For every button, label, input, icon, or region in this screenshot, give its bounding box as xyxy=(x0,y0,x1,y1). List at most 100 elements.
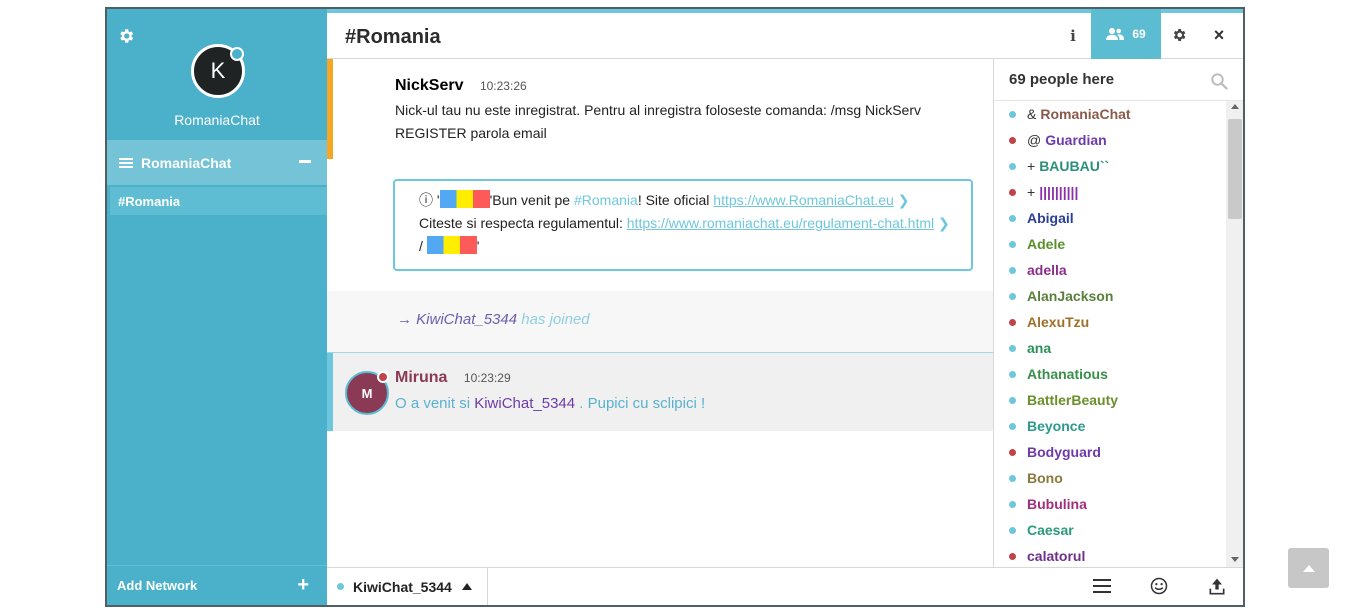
nicklist-item[interactable]: @ Guardian xyxy=(994,127,1226,153)
message-text-before: O a venit si xyxy=(395,395,475,412)
emoji-icon[interactable] xyxy=(1150,577,1168,595)
nicklist-item[interactable]: adella xyxy=(994,257,1226,283)
nick-label: Abigail xyxy=(1027,210,1074,226)
nicklist-scrollbar[interactable] xyxy=(1226,101,1243,567)
nicklist-item[interactable]: Athanatious xyxy=(994,361,1226,387)
kiwiirc-window: K RomaniaChat RomaniaChat #Romania Add N… xyxy=(105,7,1245,607)
message-header: NickServ 10:23:26 xyxy=(395,77,527,95)
slash-text: / xyxy=(419,238,427,254)
nick-label: Bubulina xyxy=(1027,496,1087,512)
site-text: ! Site oficial xyxy=(637,192,714,208)
status-dot xyxy=(1009,396,1016,404)
message-nick[interactable]: NickServ xyxy=(395,77,464,94)
nick-label: Adele xyxy=(1027,236,1066,252)
people-count: 69 people here xyxy=(1009,71,1115,88)
message-nickserv: NickServ 10:23:26 Nick-ul tau nu este in… xyxy=(327,59,993,159)
status-indicator xyxy=(230,47,244,61)
join-text: → KiwiChat_5344 has joined xyxy=(397,311,590,328)
current-nick: KiwiChat_5344 xyxy=(353,578,452,595)
welcome-text: 'Bun venit pe xyxy=(489,192,574,208)
scroll-down-arrow[interactable] xyxy=(1231,557,1239,562)
info-circle-icon: ⓘ xyxy=(419,192,433,208)
nicklist-item[interactable]: Abigail xyxy=(994,205,1226,231)
message-header: Miruna 10:23:29 xyxy=(395,369,511,387)
nick-label: calatorul xyxy=(1027,548,1086,564)
status-indicator xyxy=(377,371,389,383)
nick-label: AlanJackson xyxy=(1027,288,1114,304)
nick-selector-button[interactable]: KiwiChat_5344 xyxy=(327,568,488,605)
nick-label: BAUBAU`` xyxy=(1039,158,1110,174)
menu-icon[interactable] xyxy=(1093,578,1111,596)
channel-header: #Romania i 69 × xyxy=(327,9,1243,59)
toggle-nicklist-button[interactable]: 69 xyxy=(1091,9,1161,59)
upload-icon[interactable] xyxy=(1207,577,1227,597)
nicklist-item[interactable]: Beyonce xyxy=(994,413,1226,439)
message-time: 10:23:29 xyxy=(463,371,511,385)
rules-url-link[interactable]: https://www.romaniachat.eu/regulament-ch… xyxy=(627,215,934,231)
status-dot xyxy=(1009,422,1016,430)
nicklist-item[interactable]: & RomaniaChat xyxy=(994,101,1226,127)
nicklist-item[interactable]: AlanJackson xyxy=(994,283,1226,309)
channel-info-button[interactable]: i xyxy=(1057,13,1089,59)
status-dot xyxy=(1009,370,1016,378)
joined-nick[interactable]: KiwiChat_5344 xyxy=(416,311,517,328)
nicklist-item[interactable]: Bodyguard xyxy=(994,439,1226,465)
nicklist-item[interactable]: Bono xyxy=(994,465,1226,491)
status-dot xyxy=(1009,214,1016,222)
scroll-to-top-button[interactable] xyxy=(1288,548,1329,588)
rules-text: Citeste si respecta regulamentul: xyxy=(419,215,627,231)
nick-label: |||||||||| xyxy=(1039,184,1079,200)
quote-close: ' xyxy=(476,238,480,254)
nicklist-item[interactable]: ana xyxy=(994,335,1226,361)
status-dot xyxy=(1009,318,1016,326)
nicklist-item[interactable]: calatorul xyxy=(994,543,1226,567)
scroll-thumb[interactable] xyxy=(1228,119,1242,219)
nick-label: ana xyxy=(1027,340,1052,356)
nick-label: Bono xyxy=(1027,470,1063,486)
network-item[interactable]: RomaniaChat xyxy=(107,140,327,185)
status-dot xyxy=(1009,162,1016,170)
nick-label: AlexuTzu xyxy=(1027,314,1090,330)
collapse-icon[interactable] xyxy=(299,160,311,163)
nicklist-item[interactable]: + BAUBAU`` xyxy=(994,153,1226,179)
status-dot xyxy=(1009,474,1016,482)
channel-settings-icon[interactable] xyxy=(1171,27,1189,45)
nick-label: Beyonce xyxy=(1027,418,1086,434)
input-bar: KiwiChat_5344 xyxy=(327,567,1243,605)
add-network-label: Add Network xyxy=(117,578,198,593)
channel-link[interactable]: #Romania xyxy=(574,192,638,208)
page-title: #Romania xyxy=(345,26,441,48)
nicklist-item[interactable]: Adele xyxy=(994,231,1226,257)
chevron-right-icon[interactable]: ❯ xyxy=(898,192,910,208)
add-network-button[interactable]: Add Network + xyxy=(107,565,327,605)
nicklist-header: 69 people here xyxy=(994,59,1243,101)
nicklist-item[interactable]: + |||||||||| xyxy=(994,179,1226,205)
join-event: → KiwiChat_5344 has joined xyxy=(327,291,993,353)
scroll-up-arrow[interactable] xyxy=(1231,104,1239,109)
gear-icon[interactable] xyxy=(117,27,135,45)
status-dot xyxy=(337,583,344,590)
chevron-right-icon[interactable]: ❯ xyxy=(938,215,950,231)
message-input[interactable] xyxy=(489,568,1069,605)
nicklist-item[interactable]: Caesar xyxy=(994,517,1226,543)
status-dot xyxy=(1009,188,1016,196)
romania-flag-icon xyxy=(439,190,490,208)
status-dot xyxy=(1009,344,1016,352)
arrow-right-icon: → xyxy=(397,311,412,328)
message-nick[interactable]: Miruna xyxy=(395,369,447,386)
sidebar-item-channel[interactable]: #Romania xyxy=(110,187,327,215)
status-dot xyxy=(1009,136,1016,144)
site-url-link[interactable]: https://www.RomaniaChat.eu xyxy=(713,192,894,208)
nick-mention[interactable]: KiwiChat_5344 xyxy=(474,395,575,412)
nick-label: BattlerBeauty xyxy=(1027,392,1119,408)
nicklist-item[interactable]: AlexuTzu xyxy=(994,309,1226,335)
status-dot xyxy=(1009,448,1016,456)
close-channel-button[interactable]: × xyxy=(1207,23,1231,47)
network-name: RomaniaChat xyxy=(141,154,232,171)
caret-up-icon xyxy=(461,583,472,590)
join-action: has joined xyxy=(521,311,590,328)
search-icon[interactable] xyxy=(1210,72,1228,90)
nicklist-item[interactable]: Bubulina xyxy=(994,491,1226,517)
nicklist-item[interactable]: BattlerBeauty xyxy=(994,387,1226,413)
chevron-up-icon xyxy=(1302,565,1315,572)
